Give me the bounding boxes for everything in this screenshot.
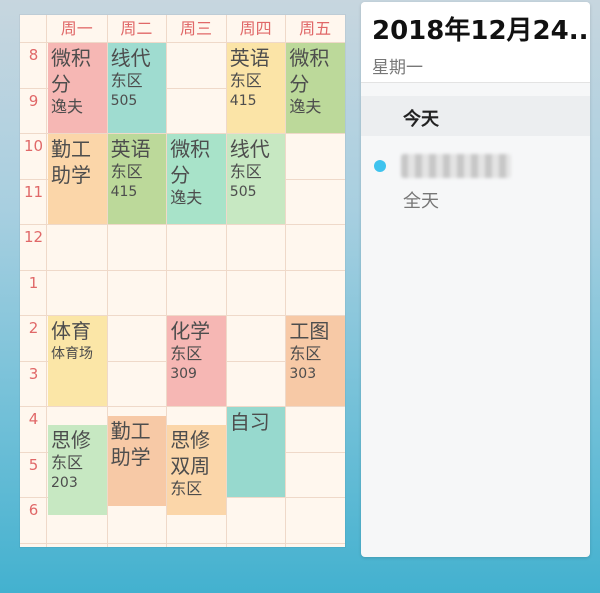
today-section-header: 今天	[361, 96, 590, 136]
hour-label: 8	[28, 46, 39, 64]
course-name: 化学	[170, 319, 211, 343]
course-name: 勤工助学	[110, 419, 151, 470]
hour-label: 3	[28, 364, 39, 383]
course-location: 东区	[170, 344, 203, 363]
course-block[interactable]: 微积分 逸夫	[167, 134, 226, 224]
course-location: 309	[170, 366, 197, 382]
course-location: 505	[110, 93, 138, 109]
course-block[interactable]: 化学 东区 309	[167, 316, 226, 406]
course-name: 工图	[289, 319, 330, 343]
hour-label: 6	[28, 501, 39, 519]
course-name: 微积分	[51, 46, 91, 96]
grid-line-horizontal	[20, 224, 345, 225]
course-location: 东区	[170, 479, 203, 499]
course-name: 思修双周	[170, 428, 211, 479]
course-name: 体育	[51, 319, 91, 343]
calendar-weekday: 星期一	[372, 58, 423, 78]
course-name: 思修	[51, 428, 91, 453]
course-location: 东区	[289, 344, 322, 363]
course-block[interactable]: 线代 东区 505	[107, 43, 167, 133]
hour-label: 10	[23, 137, 44, 155]
course-location: 逸夫	[51, 97, 84, 116]
course-name: 微积分	[289, 46, 330, 96]
course-block[interactable]: 工图 东区 303	[286, 316, 345, 406]
course-block[interactable]: 思修 东区 203	[48, 425, 107, 516]
course-block[interactable]: 勤工助学	[107, 416, 167, 507]
course-block[interactable]: 线代 东区 505	[226, 134, 286, 224]
day-header: 周四	[239, 19, 272, 38]
course-location: 逸夫	[170, 188, 203, 207]
hour-label: 5	[28, 455, 39, 474]
event-color-dot-icon	[374, 160, 386, 172]
event-title-blurred[interactable]	[401, 154, 511, 178]
hour-label: 9	[28, 91, 39, 110]
timetable-widget[interactable]: 周一 周二 周三 周四 周五 8 9 10 11 12 1 2 3 4 5 6 微积分 逸夫 线代 东区 505 英语 东区…	[20, 15, 345, 547]
course-name: 线代	[110, 46, 151, 70]
day-header: 周五	[299, 19, 332, 38]
course-location: 东区	[110, 71, 143, 90]
course-location: 505	[229, 184, 257, 200]
hour-label: 1	[28, 273, 39, 292]
day-header: 周二	[120, 19, 153, 38]
course-location: 逸夫	[289, 97, 322, 116]
course-location: 东区	[229, 162, 262, 181]
calendar-date: 2018年12月24...	[372, 16, 590, 46]
calendar-widget[interactable]: 2018年12月24... 星期一 今天 全天	[361, 2, 590, 557]
course-name: 线代	[229, 137, 270, 161]
day-header: 周一	[60, 19, 93, 38]
course-location: 303	[289, 366, 317, 382]
course-location: 东区	[51, 453, 84, 473]
event-time: 全天	[403, 191, 439, 212]
course-block[interactable]: 思修双周 东区	[167, 425, 226, 516]
course-block[interactable]: 微积分 逸夫	[286, 43, 345, 133]
course-name: 勤工助学	[51, 137, 91, 187]
hour-label: 4	[28, 410, 39, 428]
course-name: 英语	[229, 46, 270, 70]
hour-label: 12	[23, 228, 44, 246]
course-block[interactable]: 体育 体育场	[48, 316, 107, 406]
course-block[interactable]: 英语 东区 415	[107, 134, 167, 224]
course-location: 415	[110, 184, 138, 200]
course-location: 体育场	[51, 346, 93, 362]
course-block[interactable]: 自习	[226, 407, 286, 497]
course-block[interactable]: 勤工助学	[48, 134, 107, 224]
grid-line-horizontal	[20, 269, 345, 271]
course-name: 英语	[110, 137, 151, 161]
hour-label: 11	[23, 182, 44, 201]
course-name: 自习	[229, 410, 270, 434]
course-location: 415	[229, 93, 257, 109]
course-block[interactable]: 微积分 逸夫	[48, 43, 107, 133]
grid-line-horizontal	[20, 406, 345, 407]
course-name: 微积分	[170, 137, 211, 187]
grid-line-horizontal	[20, 542, 345, 544]
hour-label: 2	[28, 319, 39, 337]
course-block[interactable]: 英语 东区 415	[226, 43, 286, 133]
day-header: 周三	[179, 19, 212, 38]
course-location: 东区	[229, 71, 262, 90]
calendar-header[interactable]: 2018年12月24... 星期一	[361, 2, 590, 83]
today-label: 今天	[403, 109, 439, 130]
course-location: 203	[51, 475, 78, 492]
course-location: 东区	[110, 162, 143, 181]
